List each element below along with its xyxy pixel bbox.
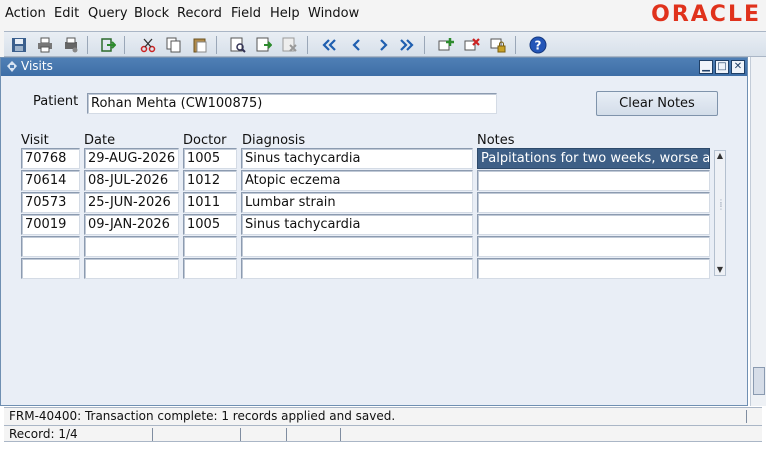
visit-cell[interactable]: 70768 [21, 148, 80, 169]
visits-window: Visits ▁ □ ✕ Patient Rohan Mehta (CW1008… [0, 57, 748, 406]
notes-cell[interactable] [477, 236, 710, 257]
notes-cell[interactable] [477, 258, 710, 279]
first-record-icon[interactable] [320, 36, 338, 54]
print-setup-icon[interactable] [62, 36, 80, 54]
notes-cell[interactable]: Palpitations for two weeks, worse aft [477, 148, 710, 169]
notes-cell[interactable] [477, 192, 710, 213]
mdi-area: Visits ▁ □ ✕ Patient Rohan Mehta (CW1008… [0, 57, 766, 449]
svg-text:?: ? [535, 39, 542, 53]
mdi-scroll-thumb[interactable] [753, 367, 765, 395]
doctor-cell[interactable]: 1005 [183, 214, 237, 235]
menu-field[interactable]: Field [231, 6, 261, 21]
close-icon[interactable]: ✕ [731, 60, 745, 74]
date-cell[interactable]: 25-JUN-2026 [84, 192, 179, 213]
enter-query-icon[interactable] [229, 36, 247, 54]
window-title-bar[interactable]: Visits ▁ □ ✕ [1, 58, 747, 76]
column-header-visit: Visit [21, 133, 49, 148]
records-scrollbar[interactable]: ▲ ⋮ ⋮ ▼ [714, 150, 726, 276]
toolbar: ? [4, 31, 766, 57]
paste-icon[interactable] [191, 36, 209, 54]
patient-label: Patient [33, 94, 79, 109]
diagnosis-cell[interactable] [241, 258, 473, 279]
window-title: Visits [21, 59, 53, 73]
doctor-cell[interactable] [183, 236, 237, 257]
doctor-cell[interactable] [183, 258, 237, 279]
date-cell[interactable]: 09-JAN-2026 [84, 214, 179, 235]
copy-icon[interactable] [165, 36, 183, 54]
diagnosis-cell[interactable]: Lumbar strain [241, 192, 473, 213]
exit-icon[interactable] [99, 36, 117, 54]
last-record-icon[interactable] [398, 36, 416, 54]
clear-notes-button[interactable]: Clear Notes [596, 91, 718, 116]
date-cell[interactable]: 08-JUL-2026 [84, 170, 179, 191]
date-cell[interactable] [84, 258, 179, 279]
scroll-up-icon[interactable]: ▲ [715, 151, 725, 161]
visit-cell[interactable]: 70573 [21, 192, 80, 213]
minimize-icon[interactable]: ▁ [699, 60, 713, 74]
record-indicator: Record: 1/4 [9, 427, 78, 441]
status-line: Record: 1/4 [4, 425, 762, 442]
notes-cell[interactable] [477, 214, 710, 235]
date-cell[interactable] [84, 236, 179, 257]
menu-action[interactable]: Action [5, 6, 46, 21]
column-header-doctor: Doctor [183, 133, 227, 148]
scroll-grip-icon[interactable]: ⋮ ⋮ [717, 199, 725, 221]
patient-field[interactable]: Rohan Mehta (CW100875) [87, 93, 497, 114]
insert-record-icon[interactable] [437, 36, 455, 54]
diagnosis-cell[interactable]: Sinus tachycardia [241, 214, 473, 235]
menu-bar: Action Edit Query Block Record Field Hel… [0, 0, 766, 29]
menu-block[interactable]: Block [134, 6, 169, 21]
date-cell[interactable]: 29-AUG-2026 [84, 148, 179, 169]
delete-record-icon[interactable] [463, 36, 481, 54]
column-header-diagnosis: Diagnosis [242, 133, 306, 148]
cancel-query-icon[interactable] [281, 36, 299, 54]
notes-cell[interactable] [477, 170, 710, 191]
scroll-down-icon[interactable]: ▼ [715, 265, 725, 275]
column-header-date: Date [84, 133, 116, 148]
doctor-cell[interactable]: 1011 [183, 192, 237, 213]
menu-window[interactable]: Window [308, 6, 359, 21]
visit-cell[interactable] [21, 236, 80, 257]
visit-cell[interactable] [21, 258, 80, 279]
diagnosis-cell[interactable]: Atopic eczema [241, 170, 473, 191]
visit-cell[interactable]: 70019 [21, 214, 80, 235]
doctor-cell[interactable]: 1012 [183, 170, 237, 191]
save-icon[interactable] [10, 36, 28, 54]
next-record-icon[interactable] [374, 36, 392, 54]
window-icon [6, 60, 18, 73]
menu-query[interactable]: Query [88, 6, 128, 21]
diagnosis-cell[interactable] [241, 236, 473, 257]
message-text: FRM-40400: Transaction complete: 1 recor… [9, 409, 396, 423]
menu-help[interactable]: Help [270, 6, 300, 21]
lock-record-icon[interactable] [489, 36, 507, 54]
cut-icon[interactable] [139, 36, 157, 54]
print-icon[interactable] [36, 36, 54, 54]
menu-record[interactable]: Record [177, 6, 222, 21]
previous-record-icon[interactable] [348, 36, 366, 54]
oracle-logo: ORACLE [651, 2, 761, 27]
doctor-cell[interactable]: 1005 [183, 148, 237, 169]
visit-cell[interactable]: 70614 [21, 170, 80, 191]
menu-edit[interactable]: Edit [54, 6, 79, 21]
maximize-icon[interactable]: □ [715, 60, 729, 74]
mdi-scrollbar[interactable] [750, 57, 766, 406]
message-line: FRM-40400: Transaction complete: 1 recor… [4, 407, 762, 425]
execute-query-icon[interactable] [255, 36, 273, 54]
diagnosis-cell[interactable]: Sinus tachycardia [241, 148, 473, 169]
column-header-notes: Notes [477, 133, 515, 148]
help-icon[interactable]: ? [529, 36, 547, 54]
